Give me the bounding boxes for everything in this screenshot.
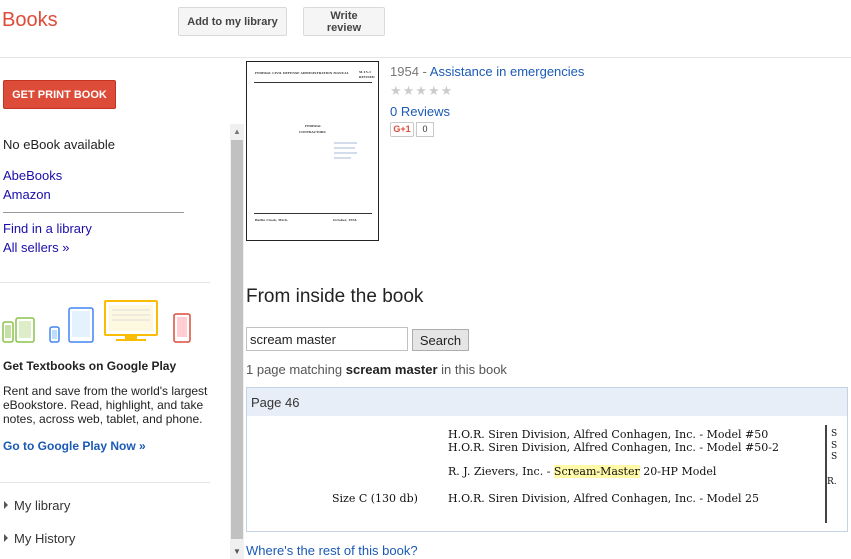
snippet-edge-char: S [831, 429, 838, 439]
google-play-link[interactable]: Go to Google Play Now » [3, 439, 146, 453]
cover-title-1: FEDERAL [305, 124, 322, 128]
nav-item-my-library[interactable]: My library [4, 498, 70, 513]
cover-title-2: CONTRACTORS [299, 130, 326, 134]
cover-stamp [334, 142, 357, 159]
seller-link-abebooks[interactable]: AbeBooks [3, 168, 62, 183]
find-in-library-link[interactable]: Find in a library [3, 221, 92, 236]
match-summary: 1 page matching scream master in this bo… [246, 362, 507, 377]
book-year-title: 1954 - Assistance in emergencies [390, 64, 585, 79]
highlight: Scream- [553, 465, 601, 478]
cover-footer-left: Battle Creek, Mich. [255, 218, 288, 222]
highlight: Master [600, 465, 640, 478]
sidebar-scrollbar[interactable]: ▲ ▼ [230, 124, 244, 559]
books-logo[interactable]: Books [2, 9, 58, 32]
top-bar: Books Add to my library Write review [0, 0, 851, 58]
page-label[interactable]: Page 46 [247, 388, 847, 416]
scroll-down-icon[interactable]: ▼ [230, 546, 244, 558]
section-title: From inside the book [246, 286, 424, 307]
book-cover[interactable]: FEDERAL CIVIL DEFENSE ADMINISTRATION MAN… [246, 61, 379, 241]
promo-title: Get Textbooks on Google Play [3, 359, 177, 373]
snippet-line: H.O.R. Siren Division, Alfred Conhagen, … [448, 492, 760, 505]
rating-stars: ★★★★★ [390, 83, 454, 98]
snippet-edge-char: R. [827, 477, 837, 487]
snippet-line: R. J. Zievers, Inc. - Scream-Master 20-H… [448, 465, 717, 478]
seller-link-amazon[interactable]: Amazon [3, 187, 51, 202]
snippet-edge-line [825, 425, 827, 523]
divider [3, 212, 184, 213]
reviews-link[interactable]: 0 Reviews [390, 104, 450, 119]
rest-of-book-link[interactable]: Where's the rest of this book? [246, 543, 418, 558]
expand-arrow-icon [4, 501, 8, 509]
expand-arrow-icon [4, 534, 8, 542]
sidebar: GET PRINT BOOK No eBook available AbeBoo… [0, 58, 230, 559]
cover-rule [254, 213, 372, 214]
cover-rule [254, 82, 372, 83]
cover-header-right-2: REVISED [359, 75, 375, 79]
snippet-edge-char: S [831, 452, 838, 462]
divider [0, 282, 210, 283]
all-sellers-link[interactable]: All sellers » [3, 240, 69, 255]
search-result-snippet[interactable]: Page 46 H.O.R. Siren Division, Alfred Co… [246, 387, 848, 532]
gplus-widget[interactable]: G+1 0 [390, 122, 434, 137]
gplus-count: 0 [416, 122, 434, 137]
snippet-size-label: Size C (130 db) [332, 492, 418, 505]
cover-header-left: FEDERAL CIVIL DEFENSE ADMINISTRATION MAN… [255, 71, 349, 75]
promo-text: Rent and save from the world's largest e… [3, 384, 208, 426]
cover-footer-right: October, 1954 [333, 218, 357, 222]
nav-item-my-history[interactable]: My History [4, 531, 75, 546]
scroll-up-icon[interactable]: ▲ [230, 126, 244, 138]
snippet-line: H.O.R. Siren Division, Alfred Conhagen, … [448, 428, 769, 441]
devices-illustration [2, 300, 191, 343]
search-button[interactable]: Search [412, 329, 469, 351]
cover-header-right: M-15-1 [359, 70, 372, 74]
snippet-line: H.O.R. Siren Division, Alfred Conhagen, … [448, 441, 779, 454]
search-input[interactable] [246, 327, 408, 351]
get-print-book-button[interactable]: GET PRINT BOOK [3, 80, 116, 109]
book-title-link[interactable]: Assistance in emergencies [430, 64, 585, 79]
scroll-thumb[interactable] [231, 140, 243, 539]
no-ebook-label: No eBook available [3, 137, 116, 152]
gplus-button[interactable]: G+1 [390, 122, 414, 137]
add-to-library-button[interactable]: Add to my library [178, 7, 287, 36]
write-review-button[interactable]: Write review [303, 7, 385, 36]
divider [0, 482, 210, 483]
snippet-edge-char: S [831, 441, 838, 451]
